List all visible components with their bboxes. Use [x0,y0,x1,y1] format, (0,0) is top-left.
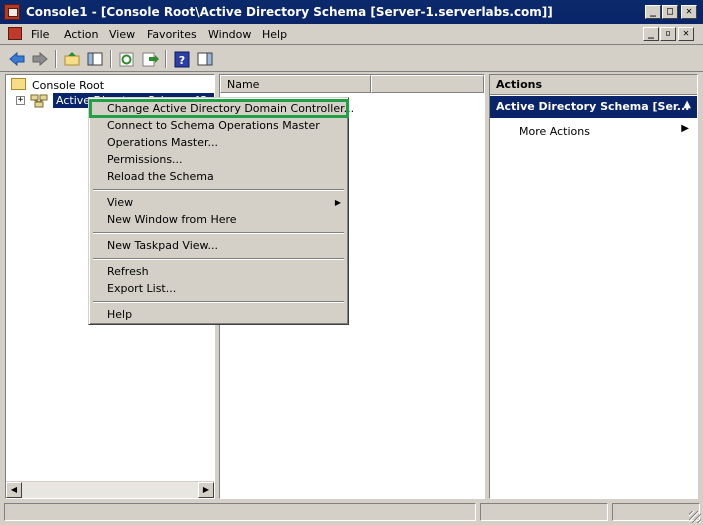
menu-separator [93,301,344,303]
actions-section-header[interactable]: Active Directory Schema [Ser... ▲ [490,96,697,118]
title-bar: Console1 - [Console Root\Active Director… [0,0,703,24]
actions-header: Actions [490,75,697,95]
mmc-app-icon[interactable] [4,4,20,20]
tree-horizontal-scrollbar[interactable]: ◀ ▶ [6,481,214,498]
more-actions-link[interactable]: More Actions [519,125,590,138]
context-menu: Change Active Directory Domain Controlle… [88,97,354,325]
toolbar: ? [0,46,703,72]
menu-item-reload-schema[interactable]: Reload the Schema [107,170,214,187]
up-folder-icon[interactable] [62,50,82,68]
folder-icon [11,78,26,90]
inner-close-button[interactable]: ✕ [678,27,694,41]
collapse-icon[interactable]: ▲ [683,99,691,110]
status-panel-main [4,503,476,521]
status-panel-tertiary [612,503,700,521]
schema-snapin-icon [30,93,48,108]
menu-item-refresh[interactable]: Refresh [107,265,149,282]
toolbar-separator [165,50,167,68]
menu-favorites[interactable]: Favorites [147,28,197,41]
export-icon[interactable] [140,50,160,68]
menu-separator [93,232,344,234]
menu-view[interactable]: View [109,28,135,41]
scroll-right-icon[interactable]: ▶ [198,482,214,498]
back-icon[interactable] [7,50,27,68]
status-panel-secondary [480,503,608,521]
menu-separator [93,258,344,260]
scroll-left-icon[interactable]: ◀ [6,482,22,498]
menu-window[interactable]: Window [208,28,251,41]
window-title: Console1 - [Console Root\Active Director… [26,5,553,19]
resize-grip[interactable] [689,511,701,523]
actions-section-title: Active Directory Schema [Ser... [496,100,690,113]
console-icon[interactable] [8,27,22,40]
submenu-arrow-icon: ▶ [334,198,341,207]
menu-item-new-window[interactable]: New Window from Here [107,213,237,230]
help-icon[interactable]: ? [172,50,192,68]
actions-pane: Actions Active Directory Schema [Ser... … [489,74,698,499]
expand-icon[interactable]: + [16,96,25,105]
menu-item-view[interactable]: View [107,196,133,213]
column-header-empty[interactable] [371,75,484,93]
maximize-button[interactable]: □ [662,5,678,19]
show-hide-tree-icon[interactable] [85,50,105,68]
submenu-arrow-icon: ▶ [681,123,689,134]
forward-icon[interactable] [30,50,50,68]
menu-item-new-taskpad[interactable]: New Taskpad View... [107,239,218,256]
menu-file[interactable]: File [31,28,49,41]
svg-text:?: ? [179,54,185,67]
highlight-annotation [89,99,349,118]
tree-node-label: Console Root [32,79,105,92]
menu-action[interactable]: Action [64,28,98,41]
close-button[interactable]: ✕ [681,5,697,19]
menu-item-operations-master[interactable]: Operations Master... [107,136,218,153]
column-header-name[interactable]: Name [220,75,371,93]
status-bar [0,501,703,525]
menu-item-export-list[interactable]: Export List... [107,282,176,299]
menu-bar: File Action View Favorites Window Help _… [0,24,703,45]
minimize-button[interactable]: _ [645,5,661,19]
inner-restore-button[interactable]: ▫ [660,27,676,41]
toolbar-separator [55,50,57,68]
menu-separator [93,189,344,191]
menu-item-connect-schema-master[interactable]: Connect to Schema Operations Master [107,119,320,136]
inner-minimize-button[interactable]: _ [643,27,659,41]
action-pane-icon[interactable] [195,50,215,68]
toolbar-separator [110,50,112,68]
menu-item-help[interactable]: Help [107,308,132,325]
refresh-icon[interactable] [117,50,137,68]
menu-item-permissions[interactable]: Permissions... [107,153,183,170]
menu-help[interactable]: Help [262,28,287,41]
